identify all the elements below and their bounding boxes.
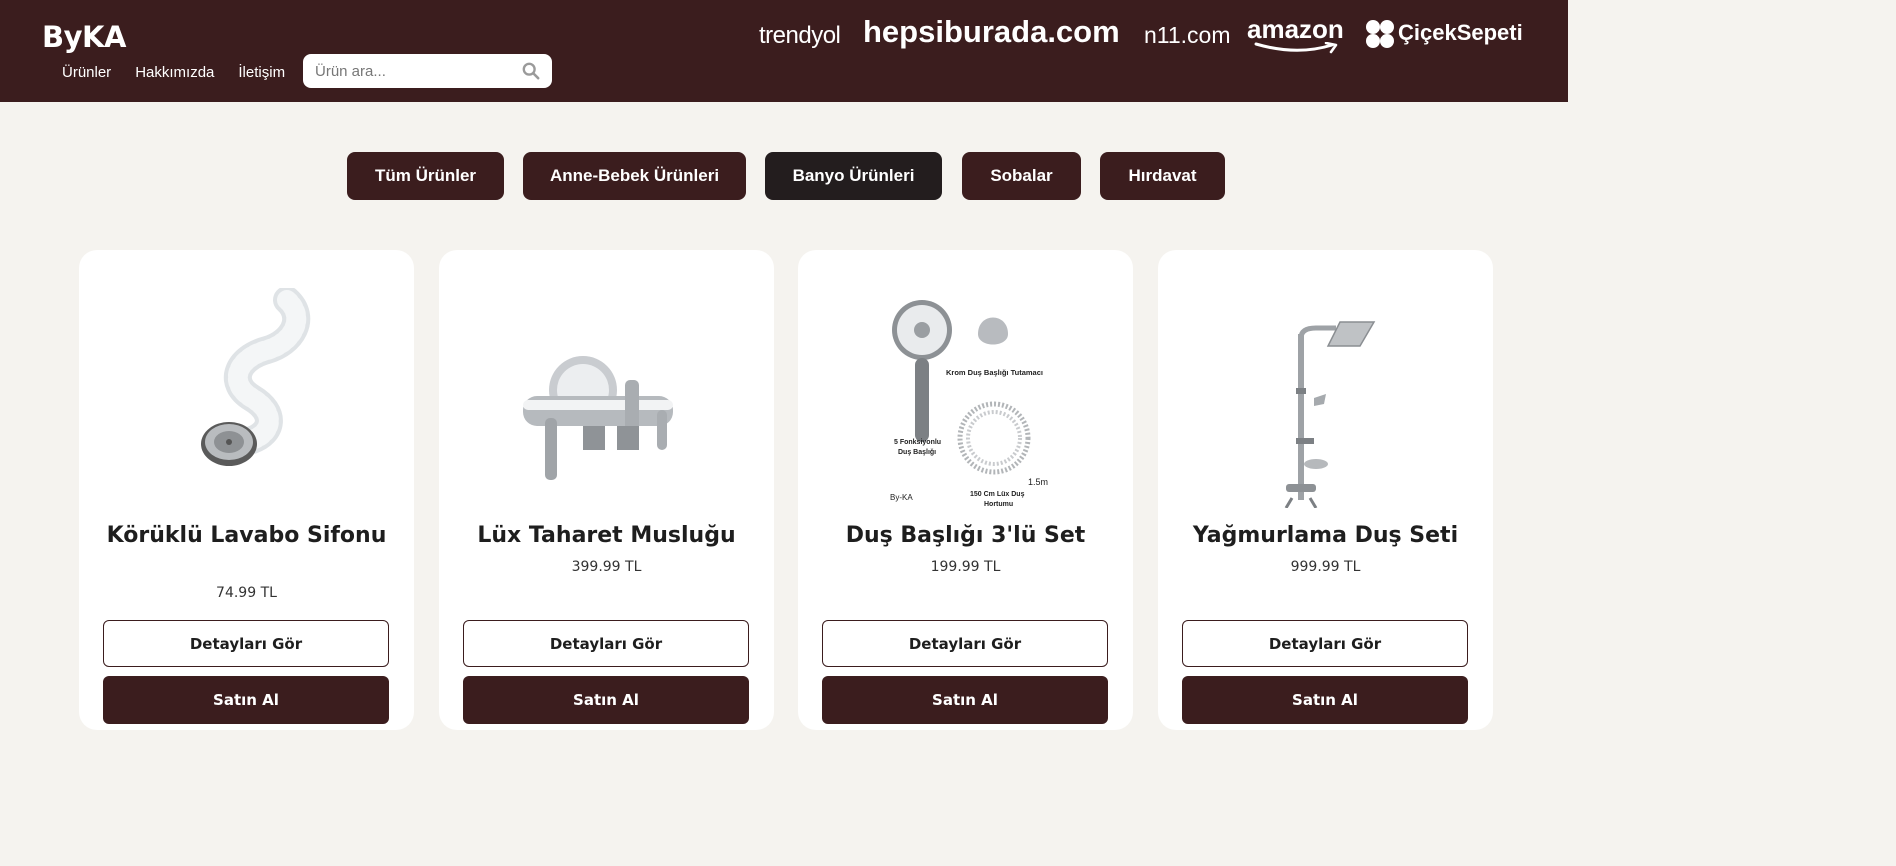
image-label-hose-line2: Hortumu bbox=[984, 501, 1013, 508]
main-nav: Ürünler Hakkımızda İletişim bbox=[62, 64, 285, 81]
product-title: Yağmurlama Duş Seti bbox=[1192, 523, 1459, 548]
product-image-bidet-faucet[interactable] bbox=[517, 288, 697, 508]
category-hardware[interactable]: Hırdavat bbox=[1100, 152, 1225, 200]
product-image-shower-head-set[interactable]: Krom Duş Başlığı Tutamacı 5 Fonksiyonlu … bbox=[878, 288, 1058, 508]
image-label-holder: Krom Duş Başlığı Tutamacı bbox=[946, 368, 1043, 377]
product-card: Körüklü Lavabo Sifonu 74.99 TL Detayları… bbox=[79, 250, 414, 730]
search-icon[interactable] bbox=[522, 62, 540, 80]
image-label-brand: By-KA bbox=[890, 493, 913, 502]
image-label-head-line2: Duş Başlığı bbox=[898, 449, 936, 456]
product-card: Yağmurlama Duş Seti 999.99 TL Detayları … bbox=[1158, 250, 1493, 730]
category-all-products[interactable]: Tüm Ürünler bbox=[347, 152, 504, 200]
amazon-smile-icon bbox=[1254, 42, 1338, 54]
product-image-rain-shower-set[interactable] bbox=[1236, 288, 1416, 508]
partner-logo-ciceksepeti[interactable]: ÇiçekSepeti bbox=[1398, 20, 1523, 46]
product-price: 399.99 TL bbox=[571, 559, 642, 575]
buy-button[interactable]: Satın Al bbox=[463, 676, 749, 724]
product-title: Körüklü Lavabo Sifonu bbox=[106, 523, 387, 548]
image-label-hose-line1: 150 Cm Lüx Duş bbox=[970, 491, 1025, 498]
product-title: Lüx Taharet Musluğu bbox=[477, 523, 736, 548]
partner-logo-trendyol[interactable]: trendyol bbox=[759, 22, 841, 50]
product-title: Duş Başlığı 3'lü Set bbox=[845, 523, 1086, 548]
product-price: 199.99 TL bbox=[930, 559, 1001, 575]
product-card: Krom Duş Başlığı Tutamacı 5 Fonksiyonlu … bbox=[798, 250, 1133, 730]
partner-logo-amazon[interactable]: amazon bbox=[1247, 14, 1344, 45]
details-button[interactable]: Detayları Gör bbox=[463, 620, 749, 667]
image-label-head-line1: 5 Fonksiyonlu bbox=[894, 439, 941, 446]
details-button[interactable]: Detayları Gör bbox=[1182, 620, 1468, 667]
product-image-sink-siphon[interactable] bbox=[157, 288, 337, 508]
product-price: 999.99 TL bbox=[1290, 559, 1361, 575]
product-card: Lüx Taharet Musluğu 399.99 TL Detayları … bbox=[439, 250, 774, 730]
site-header: ByKA Ürünler Hakkımızda İletişim trendyo… bbox=[0, 0, 1568, 102]
buy-button[interactable]: Satın Al bbox=[103, 676, 389, 724]
details-button[interactable]: Detayları Gör bbox=[822, 620, 1108, 667]
nav-link-products[interactable]: Ürünler bbox=[62, 64, 111, 81]
nav-link-about[interactable]: Hakkımızda bbox=[135, 64, 214, 81]
site-logo[interactable]: ByKA bbox=[42, 20, 126, 54]
details-button[interactable]: Detayları Gör bbox=[103, 620, 389, 667]
search-input[interactable] bbox=[303, 54, 503, 88]
partner-logo-n11[interactable]: n11.com bbox=[1144, 22, 1231, 49]
category-mother-baby[interactable]: Anne-Bebek Ürünleri bbox=[523, 152, 746, 200]
search-box bbox=[303, 54, 552, 88]
product-price: 74.99 TL bbox=[216, 585, 277, 601]
nav-link-contact[interactable]: İletişim bbox=[238, 64, 285, 81]
buy-button[interactable]: Satın Al bbox=[822, 676, 1108, 724]
image-label-length: 1.5m bbox=[1028, 477, 1048, 487]
partner-logo-hepsiburada[interactable]: hepsiburada.com bbox=[863, 14, 1120, 50]
ciceksepeti-flower-icon bbox=[1366, 20, 1394, 48]
buy-button[interactable]: Satın Al bbox=[1182, 676, 1468, 724]
category-bathroom[interactable]: Banyo Ürünleri bbox=[765, 152, 942, 200]
category-stoves[interactable]: Sobalar bbox=[962, 152, 1081, 200]
